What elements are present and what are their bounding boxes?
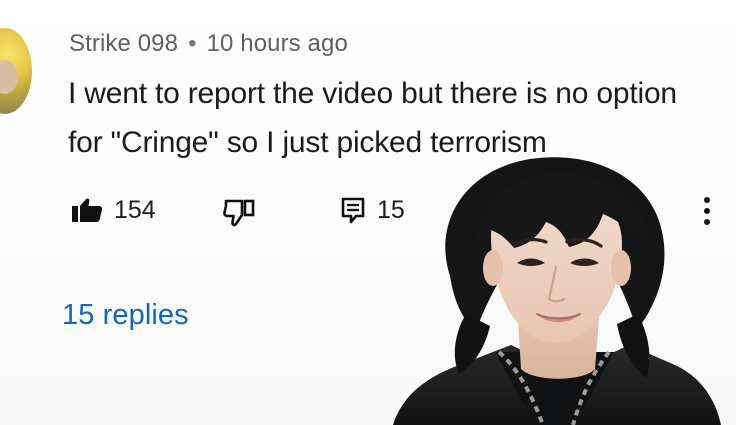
reply-button[interactable]: 15 — [340, 196, 405, 224]
comment-time: 10 hours ago — [206, 30, 348, 57]
like-count: 154 — [114, 196, 156, 224]
comment-screenshot: Strike 098 • 10 hours ago I went to report… — [0, 0, 736, 425]
comment-icon — [341, 197, 365, 224]
reply-count: 15 — [377, 196, 405, 224]
author-name[interactable]: Strike 098 — [69, 30, 178, 57]
user-avatar[interactable] — [0, 28, 32, 114]
avatar-face — [0, 60, 18, 94]
comment-text: I went to report the video but there is … — [68, 77, 677, 159]
dislike-button[interactable] — [222, 198, 256, 228]
more-vert-icon — [704, 197, 710, 225]
more-options-button[interactable] — [695, 194, 719, 228]
comment-meta: Strike 098 • 10 hours ago — [69, 30, 348, 58]
person-photo — [393, 157, 721, 425]
thumbs-down-icon — [223, 199, 255, 227]
replies-link[interactable]: 15 replies — [62, 299, 189, 332]
like-button[interactable]: 154 — [71, 196, 156, 224]
meta-separator: • — [188, 30, 197, 57]
thumbs-up-icon — [72, 198, 103, 222]
